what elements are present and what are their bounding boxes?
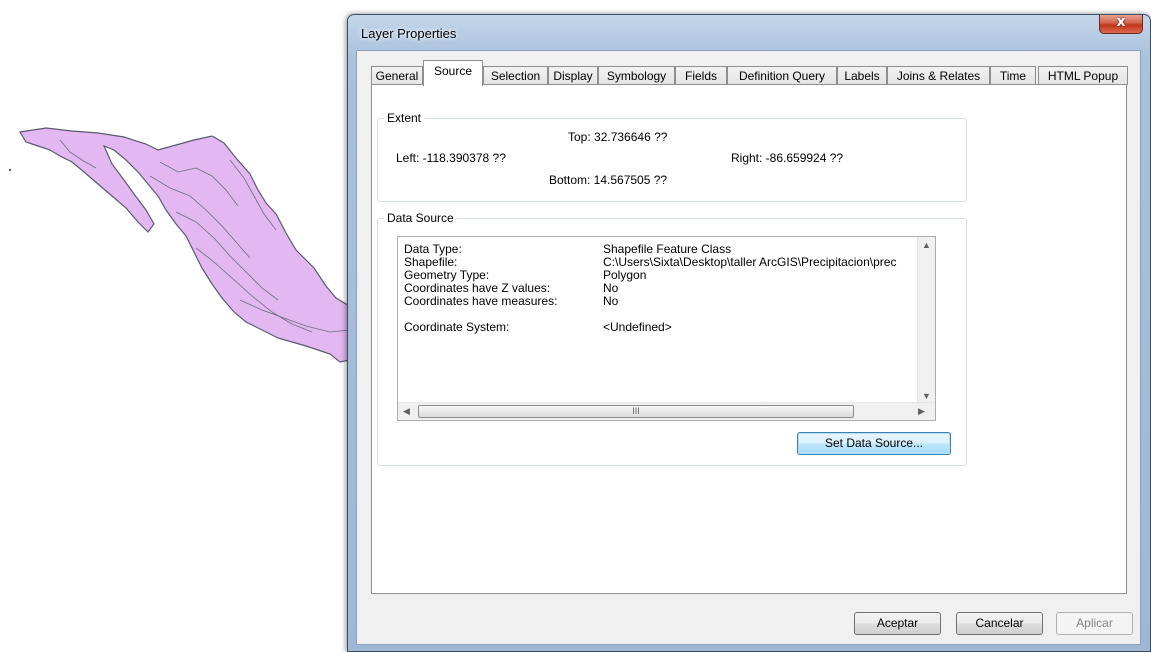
- map-canvas[interactable]: [0, 0, 360, 652]
- extent-left: Left: -118.390378 ??: [396, 151, 506, 165]
- scroll-up-icon[interactable]: ▲: [922, 240, 931, 250]
- scroll-grip-icon: III: [632, 406, 640, 416]
- source-tab-panel: Extent Top: 32.736646 ?? Left: -118.3903…: [371, 84, 1127, 594]
- horizontal-scroll-thumb[interactable]: III: [418, 405, 854, 418]
- z-values-label: Coordinates have Z values:: [404, 281, 551, 295]
- apply-button[interactable]: Aplicar: [1056, 612, 1133, 635]
- scroll-left-icon[interactable]: ◀: [403, 406, 410, 417]
- data-type-value: Shapefile Feature Class: [603, 242, 732, 256]
- extent-group-label: Extent: [384, 111, 425, 125]
- tab-display[interactable]: Display: [548, 66, 598, 85]
- scroll-down-icon[interactable]: ▼: [922, 391, 931, 401]
- close-icon: x: [1116, 14, 1126, 30]
- data-source-group-label: Data Source: [384, 211, 457, 225]
- extent-bottom: Bottom: 14.567505 ??: [549, 173, 668, 187]
- layer-properties-dialog: Layer Properties x General Source Select…: [347, 14, 1151, 652]
- scroll-right-icon[interactable]: ▶: [918, 406, 925, 417]
- title-bar[interactable]: Layer Properties x: [348, 14, 1150, 49]
- data-source-info-box[interactable]: Data Type: Shapefile Feature Class Shape…: [397, 236, 936, 421]
- measures-value: No: [603, 294, 619, 308]
- mexico-map: [8, 127, 360, 363]
- tab-definition-query[interactable]: Definition Query: [727, 66, 837, 85]
- extent-group: Extent Top: 32.736646 ?? Left: -118.3903…: [377, 111, 967, 202]
- set-data-source-button[interactable]: Set Data Source...: [797, 432, 951, 455]
- tab-joins-relates[interactable]: Joins & Relates: [887, 66, 990, 85]
- geometry-type-value: Polygon: [603, 268, 647, 282]
- tab-selection[interactable]: Selection: [483, 66, 548, 85]
- close-button[interactable]: x: [1099, 14, 1143, 34]
- shapefile-value: C:\Users\Sixta\Desktop\taller ArcGIS\Pre…: [603, 255, 897, 269]
- tab-time[interactable]: Time: [990, 66, 1036, 85]
- tab-labels[interactable]: Labels: [837, 66, 887, 85]
- tab-strip: General Source Selection Display Symbolo…: [371, 60, 1128, 86]
- tab-general[interactable]: General: [371, 66, 423, 85]
- geometry-type-label: Geometry Type:: [404, 268, 490, 282]
- data-type-label: Data Type:: [404, 242, 462, 256]
- shapefile-label: Shapefile:: [404, 255, 458, 269]
- map-island-dot: [8, 168, 12, 172]
- z-values-value: No: [603, 281, 619, 295]
- tab-fields[interactable]: Fields: [675, 66, 727, 85]
- measures-label: Coordinates have measures:: [404, 294, 558, 308]
- data-source-group: Data Source Data Type: Shapefile Feature…: [377, 211, 967, 466]
- extent-right: Right: -86.659924 ??: [731, 151, 844, 165]
- vertical-scrollbar[interactable]: ▲ ▼: [917, 237, 935, 404]
- tab-html-popup[interactable]: HTML Popup: [1038, 66, 1128, 85]
- tab-source[interactable]: Source: [423, 60, 483, 86]
- horizontal-scrollbar[interactable]: ◀ III ▶: [398, 402, 935, 420]
- extent-top: Top: 32.736646 ??: [568, 130, 668, 144]
- coordinate-system-label: Coordinate System:: [404, 320, 510, 334]
- tab-symbology[interactable]: Symbology: [598, 66, 675, 85]
- dialog-title: Layer Properties: [361, 26, 457, 41]
- cancel-button[interactable]: Cancelar: [956, 612, 1043, 635]
- dialog-client-area: General Source Selection Display Symbolo…: [356, 50, 1141, 645]
- coordinate-system-value: <Undefined>: [603, 320, 672, 334]
- ok-button[interactable]: Aceptar: [854, 612, 941, 635]
